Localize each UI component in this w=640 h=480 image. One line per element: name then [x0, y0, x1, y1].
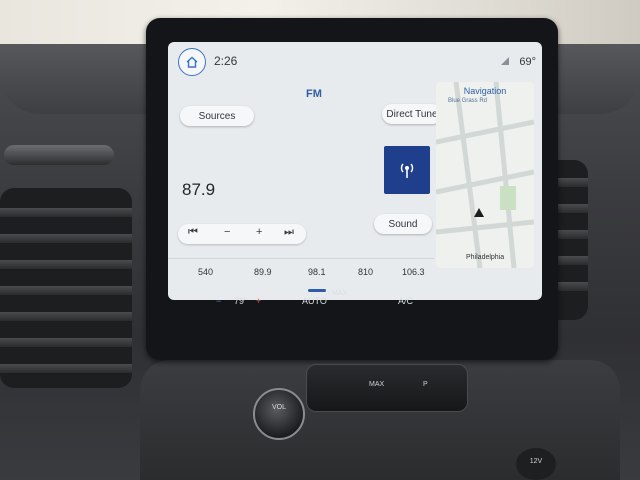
tune-down-button[interactable]: −	[224, 226, 230, 238]
band-label: FM	[306, 88, 322, 100]
preset-4[interactable]: 810	[358, 267, 373, 277]
signal-icon	[501, 57, 509, 65]
tune-up-button[interactable]: +	[256, 226, 262, 238]
home-icon	[186, 56, 198, 68]
map-roads	[436, 82, 534, 268]
hardware-button-strip: MAX P	[306, 364, 468, 412]
power-outlet[interactable]: 12V	[516, 448, 556, 480]
preset-5[interactable]: 106.3	[402, 267, 425, 277]
outside-temperature: 69°	[519, 56, 536, 68]
radio-panel: FM Sources Direct Tune 87.9 Sound ⏮ − + …	[168, 82, 442, 300]
preset-2[interactable]: 89.9	[254, 267, 272, 277]
max-defrost-button[interactable]: MAX	[369, 381, 384, 388]
clock: 2:26	[214, 54, 238, 68]
status-bar: 2:26 69°	[168, 42, 542, 82]
door-handle	[4, 145, 114, 165]
park-assist-button[interactable]: P	[423, 381, 428, 388]
broadcast-icon	[400, 163, 414, 178]
cabin-temperature: 79°	[234, 296, 248, 306]
home-button[interactable]	[178, 48, 206, 76]
volume-knob[interactable]: VOL	[253, 388, 305, 440]
temp-down-icon[interactable]: −	[216, 296, 221, 306]
navigation-map[interactable]: Navigation Blue Grass Rd Philadelphia	[436, 82, 534, 268]
direct-tune-button[interactable]: Direct Tune	[382, 104, 442, 124]
temp-up-icon[interactable]: +	[256, 296, 261, 306]
seek-forward-button[interactable]: ⏭	[284, 226, 294, 239]
preset-1[interactable]: 540	[198, 267, 213, 277]
max-defrost-label[interactable]: MAX	[332, 290, 347, 297]
current-frequency: 87.9	[182, 180, 216, 199]
sources-button[interactable]: Sources	[180, 106, 254, 126]
climate-bar: − 79° + AUTO MAX A/C	[168, 286, 542, 320]
volume-label: VOL	[271, 404, 286, 411]
seek-back-button[interactable]: ⏮	[188, 226, 198, 239]
infotainment-screen: 2:26 69° FM Sources Direct Tune 87.9 Sou…	[168, 42, 542, 300]
position-arrow-icon	[474, 208, 484, 217]
preset-3[interactable]: 98.1	[308, 267, 326, 277]
air-vent-left[interactable]	[0, 188, 132, 388]
sound-button[interactable]: Sound	[374, 214, 432, 234]
car-interior-scene: 2:26 69° FM Sources Direct Tune 87.9 Sou…	[0, 0, 640, 480]
tune-controls: ⏮ − + ⏭	[178, 224, 306, 244]
station-artwork	[384, 146, 430, 194]
ac-button[interactable]: A/C	[398, 296, 413, 306]
navigation-title: Navigation	[463, 86, 507, 96]
road-label: Blue Grass Rd	[448, 98, 488, 104]
auto-button[interactable]: AUTO	[302, 296, 327, 306]
power-outlet-label: 12V	[529, 458, 543, 465]
city-label: Philadelphia	[466, 254, 505, 261]
